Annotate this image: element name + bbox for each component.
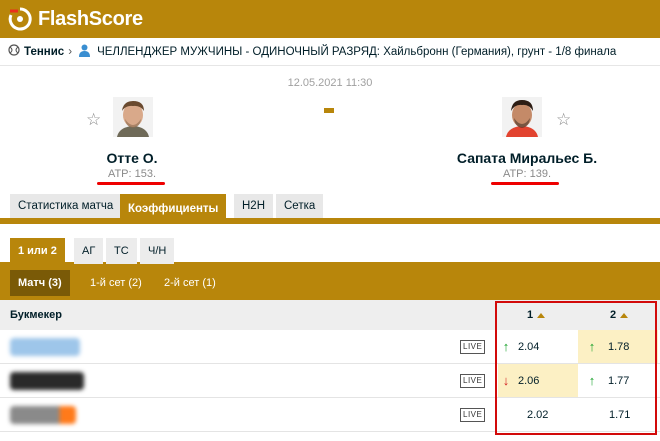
favorite-star-icon-home[interactable]: ☆ (86, 111, 101, 128)
tab-market-total[interactable]: ТС (106, 238, 137, 264)
bookmaker-logo[interactable] (10, 406, 76, 424)
home-player-name[interactable]: Отте О. (62, 150, 202, 166)
tab-period-match[interactable]: Матч (3) (10, 270, 70, 296)
top-bar: FlashScore (0, 0, 660, 38)
breadcrumb-tournament-link[interactable]: ЧЕЛЛЕНДЖЕР МУЖЧИНЫ - ОДИНОЧНЫЙ РАЗРЯД: Х… (97, 46, 616, 58)
bookmaker-column-header[interactable]: Букмекер (10, 309, 62, 321)
period-tabs: Матч (3) 1-й сет (2) 2-й сет (1) (0, 264, 660, 300)
tab-statistics[interactable]: Статистика матча (10, 194, 122, 218)
tab-period-set2[interactable]: 2-й сет (1) (156, 270, 224, 296)
flashscore-logo[interactable]: FlashScore (8, 7, 143, 31)
annotation-underline-home (97, 182, 165, 185)
tab-market-odd-even[interactable]: Ч/Н (140, 238, 175, 264)
live-badge: LIVE (460, 374, 486, 388)
tab-market-handicap[interactable]: АГ (74, 238, 104, 264)
tab-period-set1[interactable]: 1-й сет (2) (82, 270, 150, 296)
away-player-rank: ATP: 139. (502, 168, 552, 180)
flashscore-logo-icon (8, 7, 32, 31)
market-tabs: 1 или 2 АГ ТС Ч/Н (0, 234, 660, 264)
away-player-avatar[interactable] (502, 97, 542, 137)
live-badge: LIVE (460, 408, 486, 422)
tab-h2h[interactable]: H2H (234, 194, 274, 218)
tab-odds[interactable]: Коэффициенты (120, 194, 227, 224)
home-player-avatar[interactable] (113, 97, 153, 137)
bookmaker-logo[interactable] (10, 338, 80, 356)
away-player-name[interactable]: Сапата Миральес Б. (442, 150, 612, 166)
bookmaker-logo[interactable] (10, 372, 84, 390)
breadcrumb: Теннис › ЧЕЛЛЕНДЖЕР МУЖЧИНЫ - ОДИНОЧНЫЙ … (0, 38, 660, 66)
brand-name: FlashScore (38, 7, 143, 30)
tab-draw[interactable]: Сетка (276, 194, 324, 218)
match-tabs: Статистика матча Коэффициенты H2H Сетка (0, 194, 660, 224)
tennis-ball-icon (8, 44, 20, 59)
match-datetime: 12.05.2021 11:30 (287, 77, 373, 89)
favorite-star-icon-away[interactable]: ☆ (556, 111, 571, 128)
home-player-rank: ATP: 153. (107, 168, 157, 180)
annotation-highlight-box (495, 301, 657, 435)
tab-market-1x2[interactable]: 1 или 2 (10, 238, 65, 264)
live-badge: LIVE (460, 340, 486, 354)
person-icon (78, 44, 91, 60)
breadcrumb-sport-link[interactable]: Теннис (24, 46, 64, 58)
chevron-right-icon: › (68, 45, 73, 58)
annotation-underline-away (491, 182, 559, 185)
score-separator (324, 108, 334, 113)
